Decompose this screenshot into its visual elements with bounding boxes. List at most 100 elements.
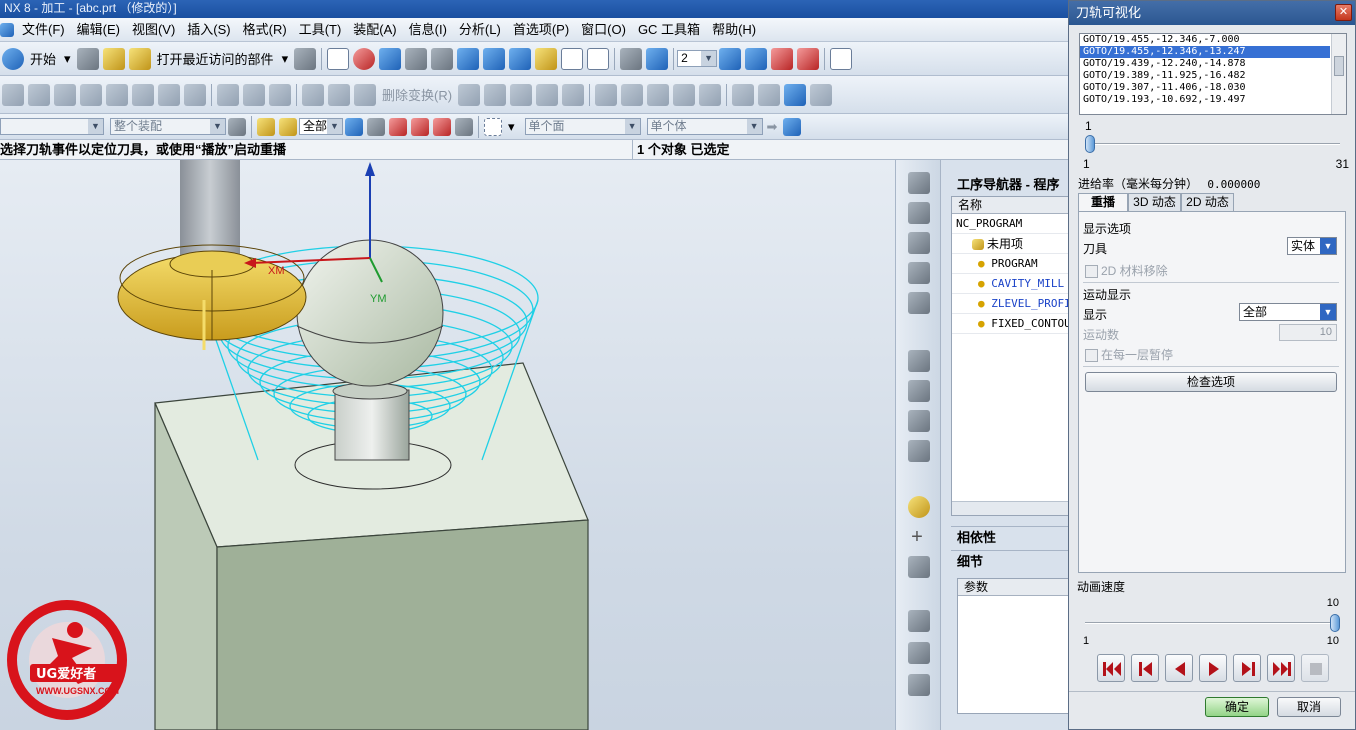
shop-doc-icon[interactable]	[158, 83, 180, 106]
position-slider-thumb[interactable]	[1085, 135, 1095, 153]
system-scene-icon[interactable]	[908, 642, 930, 664]
menu-gc-toolkit[interactable]: GC 工具箱	[632, 19, 706, 41]
view-cube-icon[interactable]	[783, 117, 802, 136]
scroll-thumb[interactable]	[1334, 56, 1344, 76]
menu-insert[interactable]: 插入(S)	[181, 19, 236, 41]
solid-cube-icon[interactable]	[483, 47, 506, 70]
tree-item-program[interactable]: ● PROGRAM	[952, 254, 1070, 274]
start-button[interactable]: 开始	[30, 49, 56, 68]
menu-tools[interactable]: 工具(T)	[293, 19, 348, 41]
selection-settings-icon[interactable]	[228, 117, 246, 136]
tree-item-zlevel-profile[interactable]: ● ZLEVEL_PROFILE	[952, 294, 1070, 314]
crosshair-icon[interactable]: +	[906, 526, 928, 548]
anim-speed-slider-thumb[interactable]	[1330, 614, 1340, 632]
tree-item-fixed-contour[interactable]: ● FIXED_CONTOUR	[952, 314, 1070, 334]
save-icon[interactable]	[294, 47, 317, 70]
details-column-header[interactable]: 参数	[958, 579, 1070, 596]
horizontal-scrollbar[interactable]	[952, 501, 1070, 515]
resource-nav-6-icon[interactable]	[908, 350, 930, 372]
ok-button[interactable]: 确定	[1205, 697, 1269, 717]
insert-2-icon[interactable]	[758, 83, 781, 106]
simulate-machine-icon[interactable]	[106, 83, 128, 106]
colors-icon[interactable]	[535, 47, 558, 70]
web-browser-icon[interactable]	[908, 674, 930, 696]
feature-4-icon[interactable]	[673, 83, 696, 106]
output-cls-icon[interactable]	[184, 83, 206, 106]
roles-icon[interactable]	[908, 556, 930, 578]
tool-display-select[interactable]: 实体 ▼	[1287, 237, 1337, 255]
menu-edit[interactable]: 编辑(E)	[71, 19, 126, 41]
verify-toolpath-icon[interactable]	[80, 83, 102, 106]
tree-item-cavity-mill[interactable]: ● CAVITY_MILL	[952, 274, 1070, 294]
feed-icon[interactable]	[510, 83, 533, 106]
type-filter-select[interactable]: 全部 ▼	[299, 118, 343, 135]
play-forward-button[interactable]	[1199, 654, 1227, 682]
insert-1-icon[interactable]	[732, 83, 755, 106]
goto-list-item[interactable]: GOTO/19.455,-12.346,-7.000	[1080, 34, 1330, 46]
color-filter-icon[interactable]	[279, 117, 297, 136]
tab-2d-dynamic[interactable]: 2D 动态	[1181, 193, 1234, 211]
goto-list-item[interactable]: GOTO/19.389,-11.925,-16.482	[1080, 70, 1330, 82]
system-materials-icon[interactable]	[908, 610, 930, 632]
menu-view[interactable]: 视图(V)	[126, 19, 181, 41]
object-icon[interactable]	[328, 83, 350, 106]
resource-nav-1-icon[interactable]	[908, 172, 930, 194]
stop-button[interactable]	[1301, 654, 1329, 682]
cancel-button[interactable]: 取消	[1277, 697, 1341, 717]
render-style-icon[interactable]	[431, 47, 454, 70]
undo-selection-icon[interactable]	[345, 117, 363, 136]
snap-arc-icon[interactable]	[455, 117, 473, 136]
grid-icon[interactable]	[587, 47, 610, 70]
display-options-header[interactable]: 显示选项	[1083, 220, 1131, 237]
wcs-icon[interactable]	[830, 47, 853, 70]
resource-nav-7-icon[interactable]	[908, 380, 930, 402]
close-icon[interactable]: ✕	[1335, 4, 1352, 21]
open-folder-icon[interactable]	[102, 47, 125, 70]
feature-5-icon[interactable]	[699, 83, 722, 106]
feature-2-icon[interactable]	[621, 83, 644, 106]
display-mode-select[interactable]: 全部 ▼	[1239, 303, 1337, 321]
step-forward-button[interactable]	[1233, 654, 1261, 682]
graphics-window[interactable]: XM YM UG爱好者 WWW.UGSNX.COM	[0, 160, 895, 730]
tab-3d-dynamic[interactable]: 3D 动态	[1128, 193, 1181, 211]
resource-nav-9-icon[interactable]	[908, 440, 930, 462]
machine-tool-icon[interactable]	[797, 47, 820, 70]
snap-mid-icon[interactable]	[411, 117, 429, 136]
feature-icon[interactable]	[595, 83, 618, 106]
resource-nav-4-icon[interactable]	[908, 262, 930, 284]
pause-each-layer-checkbox[interactable]	[1085, 349, 1098, 363]
orient-view-icon[interactable]	[646, 47, 669, 70]
display-2-icon[interactable]	[243, 83, 265, 106]
tree-root[interactable]: NC_PROGRAM	[952, 214, 1070, 234]
move-to-layer-icon[interactable]	[745, 47, 768, 70]
check-options-button[interactable]: 检查选项	[1085, 372, 1337, 392]
motion-display-header[interactable]: 运动显示	[1083, 286, 1131, 303]
delete-icon[interactable]	[562, 83, 585, 106]
select-solid-icon[interactable]	[367, 117, 385, 136]
snap-point-icon[interactable]	[389, 117, 407, 136]
menu-information[interactable]: 信息(I)	[403, 19, 453, 41]
csys-icon[interactable]	[620, 47, 643, 70]
pause-each-layer-option[interactable]: 在每一层暂停	[1085, 346, 1173, 363]
toolpath-icon[interactable]	[771, 47, 794, 70]
insert-4-icon[interactable]	[810, 83, 833, 106]
snap-view-icon[interactable]	[353, 47, 376, 70]
delete-transform-button[interactable]: 删除变换(R)	[382, 85, 452, 104]
menu-file[interactable]: 文件(F)	[16, 19, 71, 41]
material-removal-checkbox[interactable]	[1085, 265, 1098, 279]
details-section-header[interactable]: 细节	[951, 550, 1071, 572]
play-backward-button[interactable]	[1165, 654, 1193, 682]
step-backward-button[interactable]	[1131, 654, 1159, 682]
menu-preferences[interactable]: 首选项(P)	[507, 19, 575, 41]
layer-select[interactable]: 2 ▼	[677, 50, 718, 67]
wireframe-icon[interactable]	[405, 47, 428, 70]
transform-icon[interactable]	[302, 83, 324, 106]
new-file-icon[interactable]	[76, 47, 99, 70]
goto-list-item[interactable]: GOTO/19.439,-12.240,-14.878	[1080, 58, 1330, 70]
tree-item-unused[interactable]: 未用项	[952, 234, 1070, 254]
rewind-to-start-button[interactable]	[1097, 654, 1125, 682]
display-3-icon[interactable]	[269, 83, 291, 106]
resource-nav-8-icon[interactable]	[908, 410, 930, 432]
edge-cube-icon[interactable]	[509, 47, 532, 70]
shaded-cube-icon[interactable]	[457, 47, 480, 70]
